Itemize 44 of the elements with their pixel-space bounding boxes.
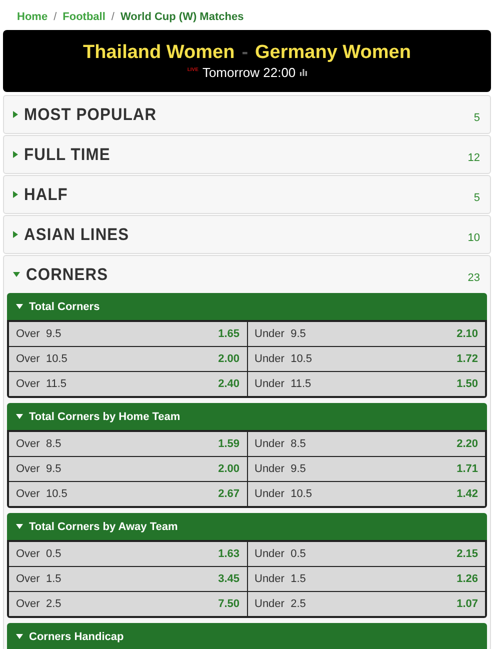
odds-button[interactable]: Under 1.5 1.26 xyxy=(248,567,485,591)
caret-down-icon xyxy=(13,272,20,277)
caret-down-icon xyxy=(16,414,23,419)
odds-button[interactable]: Over 10.5 2.00 xyxy=(9,347,246,371)
caret-right-icon xyxy=(13,111,18,118)
caret-right-icon xyxy=(13,151,18,158)
market-header[interactable]: Total Corners by Away Team xyxy=(7,513,487,540)
home-team: Thailand Women xyxy=(83,42,235,64)
odds-button[interactable]: Under 9.5 2.10 xyxy=(248,322,485,346)
away-team: Germany Women xyxy=(255,42,411,64)
odds-button[interactable]: Under 11.5 1.50 xyxy=(248,372,485,396)
category-header[interactable]: CORNERS 23 xyxy=(4,256,490,293)
odds-button[interactable]: Over 0.5 1.63 xyxy=(9,542,246,566)
team-separator: - xyxy=(242,42,248,64)
caret-right-icon xyxy=(13,231,18,238)
odds-button[interactable]: Under 10.5 1.72 xyxy=(248,347,485,371)
odds-button[interactable]: Over 1.5 3.45 xyxy=(9,567,246,591)
market-header[interactable]: Corners Handicap xyxy=(7,623,487,649)
breadcrumb-link[interactable]: World Cup (W) Matches xyxy=(120,11,244,23)
caret-down-icon xyxy=(16,304,23,309)
odds-button[interactable]: Under 0.5 2.15 xyxy=(248,542,485,566)
odds-button[interactable]: Over 11.5 2.40 xyxy=(9,372,246,396)
odds-button[interactable]: Over 2.5 7.50 xyxy=(9,592,246,616)
odds-button[interactable]: Over 9.5 1.65 xyxy=(9,322,246,346)
caret-down-icon xyxy=(16,634,23,639)
odds-button[interactable]: Under 8.5 2.20 xyxy=(248,432,485,456)
market-header[interactable]: Total Corners xyxy=(7,293,487,320)
match-time: Tomorrow 22:00 xyxy=(202,65,296,80)
caret-right-icon xyxy=(13,191,18,198)
breadcrumb-separator: / xyxy=(54,11,57,23)
category-header[interactable]: HALF 5 xyxy=(4,176,490,213)
odds-button[interactable]: Under 10.5 1.42 xyxy=(248,482,485,506)
category-header[interactable]: ASIAN LINES 10 xyxy=(4,216,490,253)
odds-button[interactable]: Over 10.5 2.67 xyxy=(9,482,246,506)
category-header[interactable]: FULL TIME 12 xyxy=(4,136,490,173)
breadcrumb-separator: / xyxy=(111,11,114,23)
odds-button[interactable]: Under 2.5 1.07 xyxy=(248,592,485,616)
odds-button[interactable]: Under 9.5 1.71 xyxy=(248,457,485,481)
stats-icon[interactable] xyxy=(300,69,307,76)
category-header[interactable]: MOST POPULAR 5 xyxy=(4,96,490,133)
caret-down-icon xyxy=(16,524,23,529)
market-header[interactable]: Total Corners by Home Team xyxy=(7,403,487,430)
odds-button[interactable]: Over 8.5 1.59 xyxy=(9,432,246,456)
odds-button[interactable]: Over 9.5 2.00 xyxy=(9,457,246,481)
